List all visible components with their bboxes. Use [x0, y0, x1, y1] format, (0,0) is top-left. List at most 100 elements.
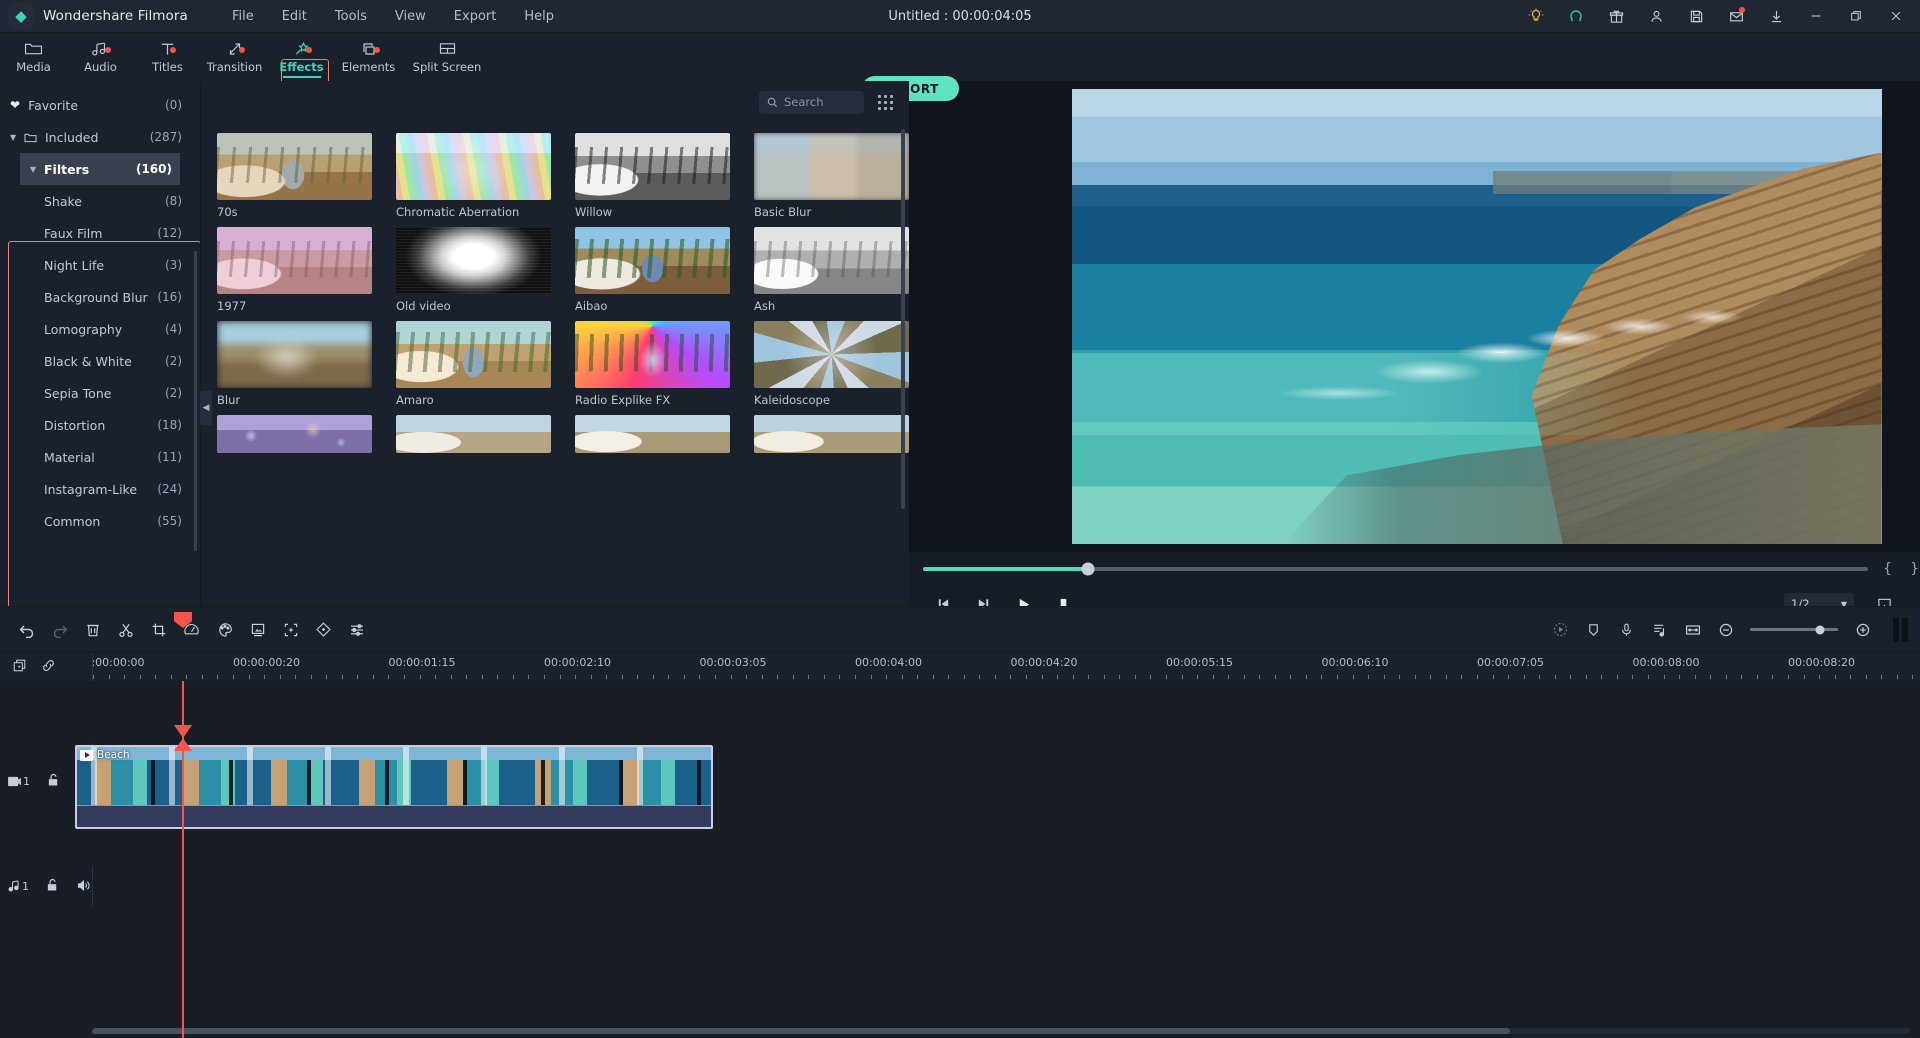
close-window-icon[interactable]: [1876, 0, 1916, 33]
search-input[interactable]: [784, 95, 856, 109]
tab-effects[interactable]: Effects: [268, 33, 335, 81]
effect-card[interactable]: [217, 415, 372, 453]
maximize-window-icon[interactable]: [1836, 0, 1876, 33]
redo-button[interactable]: [43, 613, 76, 646]
sidebar-item-shake[interactable]: Shake (8): [0, 185, 200, 217]
ruler-tick: [1850, 675, 1852, 679]
playhead-handle[interactable]: [174, 612, 192, 628]
effect-card[interactable]: Aibao: [575, 227, 730, 313]
menu-file[interactable]: File: [218, 6, 268, 27]
download-icon[interactable]: [1756, 0, 1796, 33]
gift-icon[interactable]: [1596, 0, 1636, 33]
sidebar-item-distortion[interactable]: Distortion (18): [0, 409, 200, 441]
effects-panel-scrollbar[interactable]: [901, 129, 905, 509]
effect-card[interactable]: Radio Explike FX: [575, 321, 730, 407]
audio-mixer-button[interactable]: [340, 613, 373, 646]
sidebar-item-label: Included: [45, 129, 99, 145]
effect-card[interactable]: Chromatic Aberration: [396, 133, 551, 219]
collapse-left-icon[interactable]: ◀: [200, 391, 212, 425]
effect-card[interactable]: 70s: [217, 133, 372, 219]
timeline-zoom-slider[interactable]: [1750, 625, 1838, 634]
effect-card[interactable]: Blur: [217, 321, 372, 407]
undo-button[interactable]: [10, 613, 43, 646]
tab-elements[interactable]: Elements: [335, 33, 402, 81]
video-clip-beach[interactable]: Beach: [75, 745, 713, 829]
effect-card[interactable]: [396, 415, 551, 453]
headset-support-icon[interactable]: [1556, 0, 1596, 33]
menu-tools[interactable]: Tools: [321, 6, 381, 27]
effect-card[interactable]: [575, 415, 730, 453]
tab-split-screen[interactable]: Split Screen: [402, 33, 492, 81]
playhead-marker[interactable]: [174, 725, 192, 751]
mail-icon[interactable]: [1716, 0, 1756, 33]
color-button[interactable]: [208, 613, 241, 646]
tab-titles[interactable]: Titles: [134, 33, 201, 81]
sidebar-scrollbar[interactable]: [194, 251, 197, 551]
sidebar-item-material[interactable]: Material (11): [0, 441, 200, 473]
zoom-slider-handle[interactable]: [1815, 625, 1825, 634]
delete-button[interactable]: [76, 613, 109, 646]
sidebar-item-common[interactable]: Common (55): [0, 505, 200, 537]
marker-button[interactable]: [1577, 613, 1610, 646]
sidebar-item-favorite[interactable]: ❤ Favorite (0): [0, 89, 200, 121]
grid-view-icon[interactable]: [878, 94, 893, 110]
unlock-icon[interactable]: [46, 877, 59, 896]
effect-card[interactable]: Basic Blur: [754, 133, 909, 219]
ruler-tick: [1772, 675, 1774, 679]
sidebar-item-background-blur[interactable]: Background Blur (16): [0, 281, 200, 313]
effect-card[interactable]: Amaro: [396, 321, 551, 407]
beat-detection-button[interactable]: [1643, 613, 1676, 646]
render-preview-button[interactable]: [1544, 613, 1577, 646]
account-icon[interactable]: [1636, 0, 1676, 33]
effect-card[interactable]: Willow: [575, 133, 730, 219]
auto-enhance-button[interactable]: [274, 613, 307, 646]
sidebar-item-instagram-like[interactable]: Instagram-Like (24): [0, 473, 200, 505]
video-canvas[interactable]: [1071, 89, 1882, 544]
effect-card[interactable]: Ash: [754, 227, 909, 313]
sidebar-item-night-life[interactable]: Night Life (3): [0, 249, 200, 281]
menu-help[interactable]: Help: [510, 6, 568, 27]
tab-media[interactable]: Media: [0, 33, 67, 81]
tab-transition[interactable]: Transition: [201, 33, 268, 81]
minimize-window-icon[interactable]: [1796, 0, 1836, 33]
green-screen-button[interactable]: [241, 613, 274, 646]
menu-export[interactable]: Export: [440, 6, 511, 27]
timeline-horizontal-scrollbar[interactable]: [92, 1028, 1910, 1034]
save-icon[interactable]: [1676, 0, 1716, 33]
tab-audio[interactable]: Audio: [67, 33, 134, 81]
menu-view[interactable]: View: [381, 6, 440, 27]
effect-card[interactable]: [754, 415, 909, 453]
timeline-ruler[interactable]: 00:00:00:00 00:00:00:20 00:00:01:15 00:00:0…: [92, 653, 1920, 681]
lightbulb-icon[interactable]: [1516, 0, 1556, 33]
crop-button[interactable]: [142, 613, 175, 646]
effect-card[interactable]: Kaleidoscope: [754, 321, 909, 407]
ruler-tick: [1119, 675, 1121, 679]
effect-card[interactable]: Old video: [396, 227, 551, 313]
zoom-in-button[interactable]: [1846, 613, 1879, 646]
split-button[interactable]: [109, 613, 142, 646]
audio-track-lane[interactable]: [92, 866, 1920, 906]
zoom-out-button[interactable]: [1709, 613, 1742, 646]
sidebar-group-filters[interactable]: ▼ Filters (160): [20, 153, 180, 185]
speaker-icon[interactable]: [76, 877, 91, 896]
video-track-lane[interactable]: Beach: [75, 743, 1920, 829]
keyframe-button[interactable]: [307, 613, 340, 646]
effect-card[interactable]: 1977: [217, 227, 372, 313]
mark-out-icon[interactable]: }: [1907, 561, 1920, 577]
sidebar-item-sepia-tone[interactable]: Sepia Tone (2): [0, 377, 200, 409]
fit-timeline-button[interactable]: [1676, 613, 1709, 646]
seek-bar[interactable]: [923, 562, 1869, 576]
unlock-icon[interactable]: [47, 772, 60, 791]
search-box[interactable]: [759, 90, 864, 114]
menu-edit[interactable]: Edit: [268, 6, 321, 27]
voiceover-button[interactable]: [1610, 613, 1643, 646]
add-media-button[interactable]: [12, 658, 27, 677]
sidebar-item-faux-film[interactable]: Faux Film (12): [0, 217, 200, 249]
sidebar-item-lomography[interactable]: Lomography (4): [0, 313, 200, 345]
sidebar-item-black-and-white[interactable]: Black & White (2): [0, 345, 200, 377]
link-clip-button[interactable]: [41, 658, 56, 677]
mark-in-icon[interactable]: {: [1880, 561, 1895, 577]
sidebar-item-included[interactable]: ▼ Included (287): [0, 121, 200, 153]
seek-handle[interactable]: [1081, 562, 1095, 576]
ruler-tick: [1585, 675, 1587, 679]
